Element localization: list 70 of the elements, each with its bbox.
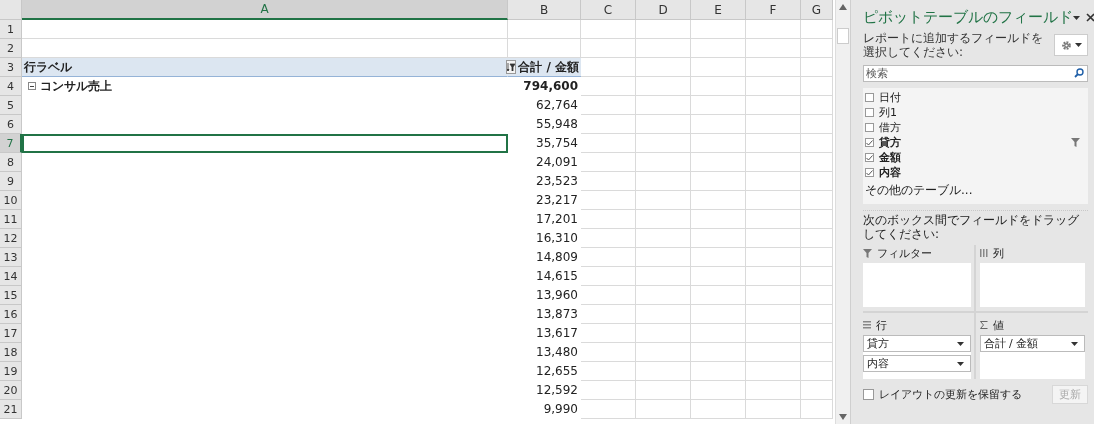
row-header[interactable]: 6: [0, 115, 22, 134]
column-header[interactable]: D: [636, 0, 691, 20]
table-cell: 12,592: [536, 383, 578, 397]
row-header[interactable]: 3: [0, 58, 22, 77]
row-header[interactable]: 13: [0, 248, 22, 267]
table-cell: 23,523: [536, 174, 578, 188]
table-cell: 16,310: [536, 231, 578, 245]
row-header[interactable]: 19: [0, 362, 22, 381]
table-cell: 13,960: [536, 288, 578, 302]
table-cell: 14,615: [536, 269, 578, 283]
row-header[interactable]: 18: [0, 343, 22, 362]
table-cell: 24,091: [536, 155, 578, 169]
table-cell: 35,754: [536, 136, 578, 150]
row-header[interactable]: 4: [0, 77, 22, 96]
table-cell: 13,480: [536, 345, 578, 359]
table-cell: 9,990: [543, 402, 578, 416]
row-header[interactable]: 2: [0, 39, 22, 58]
field-name[interactable]: 借方: [879, 120, 1086, 135]
table-cell: 62,764: [536, 98, 578, 112]
table-cell: 13,873: [536, 307, 578, 321]
column-header[interactable]: G: [801, 0, 833, 20]
row-header[interactable]: 15: [0, 286, 22, 305]
table-cell: 12,655: [536, 364, 578, 378]
table-cell: 17,201: [536, 212, 578, 226]
row-header[interactable]: 5: [0, 96, 22, 115]
row-header[interactable]: 16: [0, 305, 22, 324]
field-chip[interactable]: 合計 / 金額: [979, 335, 1085, 352]
field-chip[interactable]: 内容: [863, 355, 971, 372]
sum-header: 合計 / 金額: [518, 58, 579, 76]
more-tables-link[interactable]: その他のテーブル...: [865, 182, 973, 199]
table-cell: 13,617: [536, 326, 578, 340]
area-label: 行: [876, 317, 887, 333]
group-label: コンサル売上: [40, 77, 112, 95]
row-header[interactable]: 21: [0, 400, 22, 419]
table-cell: 14,809: [536, 250, 578, 264]
row-header[interactable]: 1: [0, 20, 22, 39]
area-label: 値: [992, 317, 1004, 333]
table-cell: 794,600: [523, 79, 578, 93]
column-header[interactable]: C: [581, 0, 636, 20]
row-header[interactable]: 11: [0, 210, 22, 229]
field-name[interactable]: 内容: [879, 165, 1086, 180]
row-header[interactable]: 12: [0, 229, 22, 248]
column-header[interactable]: F: [746, 0, 801, 20]
row-header[interactable]: 7: [0, 134, 22, 153]
column-header[interactable]: E: [691, 0, 746, 20]
drag-hint: 次のボックス間でフィールドをドラッグしてください:: [863, 213, 1080, 241]
row-header[interactable]: 10: [0, 191, 22, 210]
row-labels-header: 行ラベル: [24, 58, 72, 76]
row-header[interactable]: 8: [0, 153, 22, 172]
defer-update-label: レイアウトの更新を保留する: [879, 387, 1022, 402]
field-chip[interactable]: 貸方: [863, 335, 971, 352]
field-name[interactable]: 列1: [879, 105, 1086, 120]
table-cell: 23,217: [536, 193, 578, 207]
row-header[interactable]: 20: [0, 381, 22, 400]
column-header[interactable]: A: [22, 0, 508, 20]
table-cell: 55,948: [536, 117, 578, 131]
search-field[interactable]: 検索: [863, 65, 1088, 82]
area-label: フィルター: [877, 245, 932, 261]
row-header[interactable]: 9: [0, 172, 22, 191]
field-name[interactable]: 日付: [879, 90, 1086, 105]
panel-title: ピボットテーブルのフィールド: [863, 8, 1073, 27]
field-name[interactable]: 貸方: [879, 135, 1066, 150]
area-label: 列: [992, 245, 1004, 261]
row-header[interactable]: 17: [0, 324, 22, 343]
drop-area[interactable]: 貸方 内容: [863, 335, 971, 379]
field-name[interactable]: 金額: [879, 150, 1086, 165]
column-header[interactable]: B: [508, 0, 581, 20]
field-prompt: レポートに追加するフィールドを選択してください:: [863, 31, 1044, 59]
row-header[interactable]: 14: [0, 267, 22, 286]
drop-area[interactable]: 合計 / 金額: [979, 335, 1085, 379]
